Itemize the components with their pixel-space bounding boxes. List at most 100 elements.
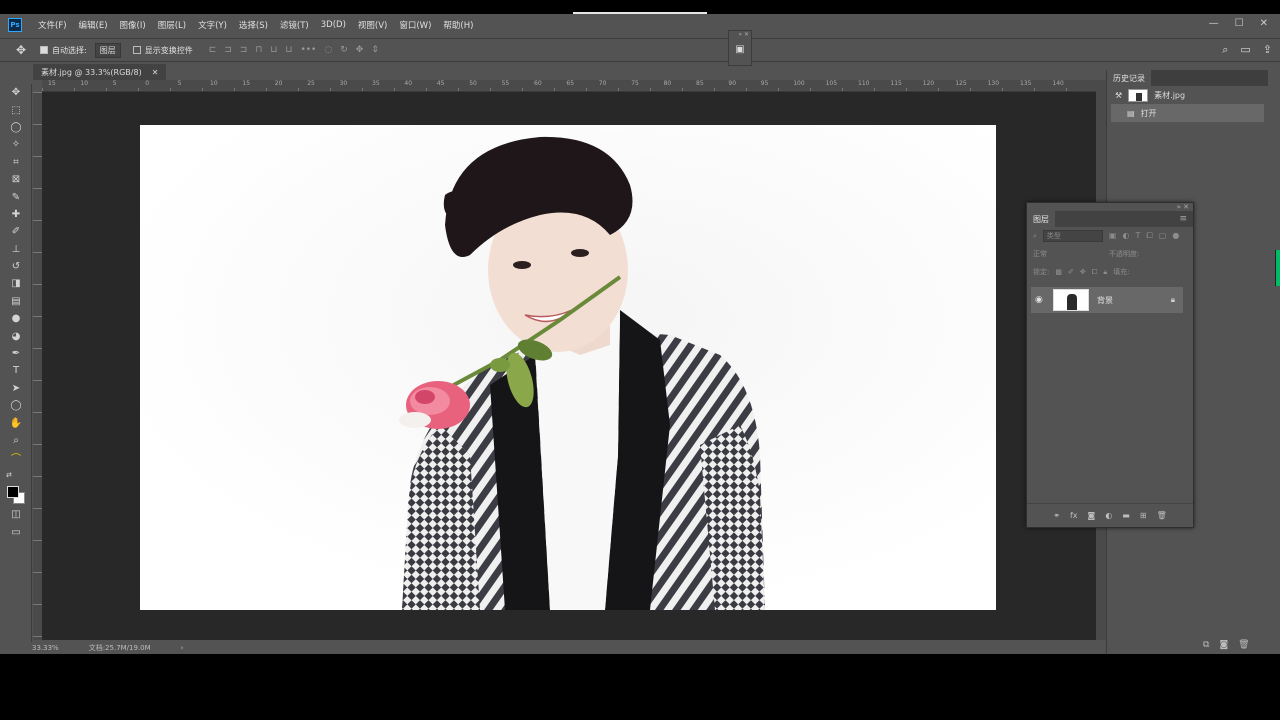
align-right-icon[interactable]: ⊐ [240, 45, 248, 55]
3d-pan-icon[interactable]: ✥ [356, 45, 364, 55]
layer-filter-type[interactable]: 类型 [1042, 230, 1103, 242]
history-step[interactable]: ▤ 打开 [1111, 104, 1264, 122]
snapshot-camera-icon[interactable]: ◙ [1219, 640, 1228, 650]
add-mask-icon[interactable]: ◙ [1088, 511, 1096, 520]
3d-rotate-icon[interactable]: ↻ [340, 45, 348, 55]
menu-select[interactable]: 选择(S) [233, 19, 274, 31]
menu-layer[interactable]: 图层(L) [152, 19, 192, 31]
filter-toggle-icon[interactable]: ● [1172, 231, 1179, 241]
new-document-from-state-icon[interactable]: ⧉ [1203, 640, 1209, 650]
screen-mode-icon[interactable]: ▭ [0, 523, 32, 540]
frame-tool-icon[interactable]: ⊠ [0, 171, 32, 188]
lock-pixels-icon[interactable]: ▩ [1055, 268, 1062, 276]
menu-type[interactable]: 文字(Y) [192, 19, 233, 31]
dodge-tool-icon[interactable]: ◕ [0, 327, 32, 344]
pixel-filter-icon[interactable]: ▣ [1109, 231, 1117, 241]
lock-artboard-icon[interactable]: ⧠ [1092, 268, 1098, 277]
fill-label[interactable]: 填充: [1113, 267, 1129, 277]
foreground-color-swatch[interactable] [7, 485, 19, 498]
menu-file[interactable]: 文件(F) [32, 19, 73, 31]
adjustment-layer-icon[interactable]: ◐ [1105, 511, 1112, 520]
zoom-level[interactable]: 33.33% [32, 644, 59, 652]
dock-collapse-column[interactable] [1268, 70, 1280, 654]
mini-panel-icon[interactable]: ▣ [729, 44, 751, 55]
blend-mode-select[interactable]: 正常 [1033, 249, 1103, 259]
eyedropper-tool-icon[interactable]: ✎ [0, 188, 32, 205]
lock-all-icon[interactable]: 🔒︎ [1103, 268, 1107, 277]
document-tab[interactable]: 素材.jpg @ 33.3%(RGB/8) ✕ [33, 64, 167, 80]
menu-3d[interactable]: 3D(D) [315, 20, 352, 30]
gradient-tool-icon[interactable]: ▤ [0, 293, 32, 310]
menu-view[interactable]: 视图(V) [352, 19, 393, 31]
delete-layer-icon[interactable]: 🗑 [1157, 511, 1167, 520]
adjustment-filter-icon[interactable]: ◐ [1122, 231, 1129, 241]
maximize-icon[interactable]: ☐ [1235, 18, 1244, 29]
menu-help[interactable]: 帮助(H) [437, 19, 479, 31]
delete-icon[interactable]: 🗑 [1238, 640, 1249, 650]
align-top-icon[interactable]: ⊓ [255, 45, 262, 55]
panel-menu-icon[interactable]: ≡ [1179, 214, 1187, 224]
shape-tool-icon[interactable]: ◯ [0, 397, 32, 414]
menu-filter[interactable]: 滤镜(T) [274, 19, 315, 31]
history-brush-source-icon[interactable]: ⚒ [1115, 91, 1122, 100]
auto-select-checkbox[interactable] [40, 46, 48, 54]
show-transform-checkbox[interactable] [132, 46, 141, 54]
marquee-tool-icon[interactable]: ⬚ [0, 101, 32, 118]
move-tool-icon[interactable]: ✥ [0, 84, 32, 101]
shape-filter-icon[interactable]: ⧠ [1146, 231, 1152, 241]
pen-tool-icon[interactable]: ✒ [0, 345, 32, 362]
move-tool-icon[interactable]: ✥ [16, 43, 40, 57]
mini-panel-controls-icon[interactable]: » ✕ [729, 31, 751, 38]
banana-icon[interactable]: ⌒ [0, 449, 32, 466]
history-tab[interactable]: 历史记录 [1107, 70, 1151, 86]
mini-floating-panel[interactable]: » ✕ ▣ [728, 30, 752, 66]
share-icon[interactable]: ⇪ [1263, 43, 1272, 57]
horizontal-ruler[interactable]: 15 10 5 0 5 10 15 20 25 30 35 40 45 50 55 60 65 70 75 80 85 9… [42, 80, 1096, 92]
vertical-ruler[interactable] [33, 92, 42, 640]
3d-slide-icon[interactable]: ⇕ [371, 45, 379, 55]
opacity-label[interactable]: 不透明度: [1109, 249, 1139, 259]
new-layer-icon[interactable]: ⊞ [1140, 511, 1147, 520]
menu-edit[interactable]: 编辑(E) [73, 19, 114, 31]
layer-style-icon[interactable]: fx [1070, 511, 1078, 520]
layer-row[interactable]: ◉ 背景 🔒︎ [1031, 287, 1183, 313]
search-icon[interactable]: ⌕ [1222, 43, 1228, 57]
align-vcenter-icon[interactable]: ⊔ [270, 45, 277, 55]
minimize-icon[interactable]: — [1209, 18, 1219, 29]
align-hcenter-icon[interactable]: ⊐ [224, 45, 232, 55]
more-options-icon[interactable]: ••• [300, 45, 316, 55]
history-snapshot[interactable]: ⚒ 素材.jpg [1107, 86, 1280, 104]
hand-tool-icon[interactable]: ✋ [0, 414, 32, 431]
lock-position-icon[interactable]: ✥ [1080, 268, 1086, 276]
blur-tool-icon[interactable]: ● [0, 310, 32, 327]
auto-select-dropdown[interactable]: 图层 [94, 42, 121, 58]
type-filter-icon[interactable]: T [1135, 231, 1140, 241]
smart-object-filter-icon[interactable]: ▢ [1159, 231, 1167, 241]
status-arrow-icon[interactable]: › [181, 644, 184, 652]
swap-colors-icon[interactable]: ⇄ [0, 467, 32, 484]
document-size[interactable]: 文档:25.7M/19.0M [89, 643, 151, 653]
close-tab-icon[interactable]: ✕ [152, 68, 159, 77]
close-icon[interactable]: ✕ [1260, 18, 1268, 29]
quick-mask-icon[interactable]: ◫ [0, 506, 32, 523]
history-brush-tool-icon[interactable]: ↺ [0, 258, 32, 275]
workspace-icon[interactable]: ▭ [1240, 43, 1250, 57]
visibility-eye-icon[interactable]: ◉ [1035, 295, 1045, 305]
document-image[interactable] [140, 125, 996, 610]
link-layers-icon[interactable]: ⚭ [1053, 511, 1060, 520]
lock-paint-icon[interactable]: ✐ [1068, 268, 1074, 276]
menu-window[interactable]: 窗口(W) [393, 19, 437, 31]
canvas-area[interactable] [42, 92, 1096, 640]
new-group-icon[interactable]: ▬ [1122, 511, 1130, 520]
eraser-tool-icon[interactable]: ◨ [0, 275, 32, 292]
brush-tool-icon[interactable]: ✐ [0, 223, 32, 240]
healing-brush-tool-icon[interactable]: ✚ [0, 206, 32, 223]
3d-mode-icon[interactable]: ◌ [324, 45, 332, 55]
type-tool-icon[interactable]: T [0, 362, 32, 379]
align-bottom-icon[interactable]: ⊔ [285, 45, 292, 55]
lasso-tool-icon[interactable]: ◯ [0, 119, 32, 136]
menu-image[interactable]: 图像(I) [114, 19, 152, 31]
layers-tab[interactable]: 图层 [1027, 211, 1055, 227]
crop-tool-icon[interactable]: ⌗ [0, 154, 32, 171]
path-selection-tool-icon[interactable]: ➤ [0, 380, 32, 397]
